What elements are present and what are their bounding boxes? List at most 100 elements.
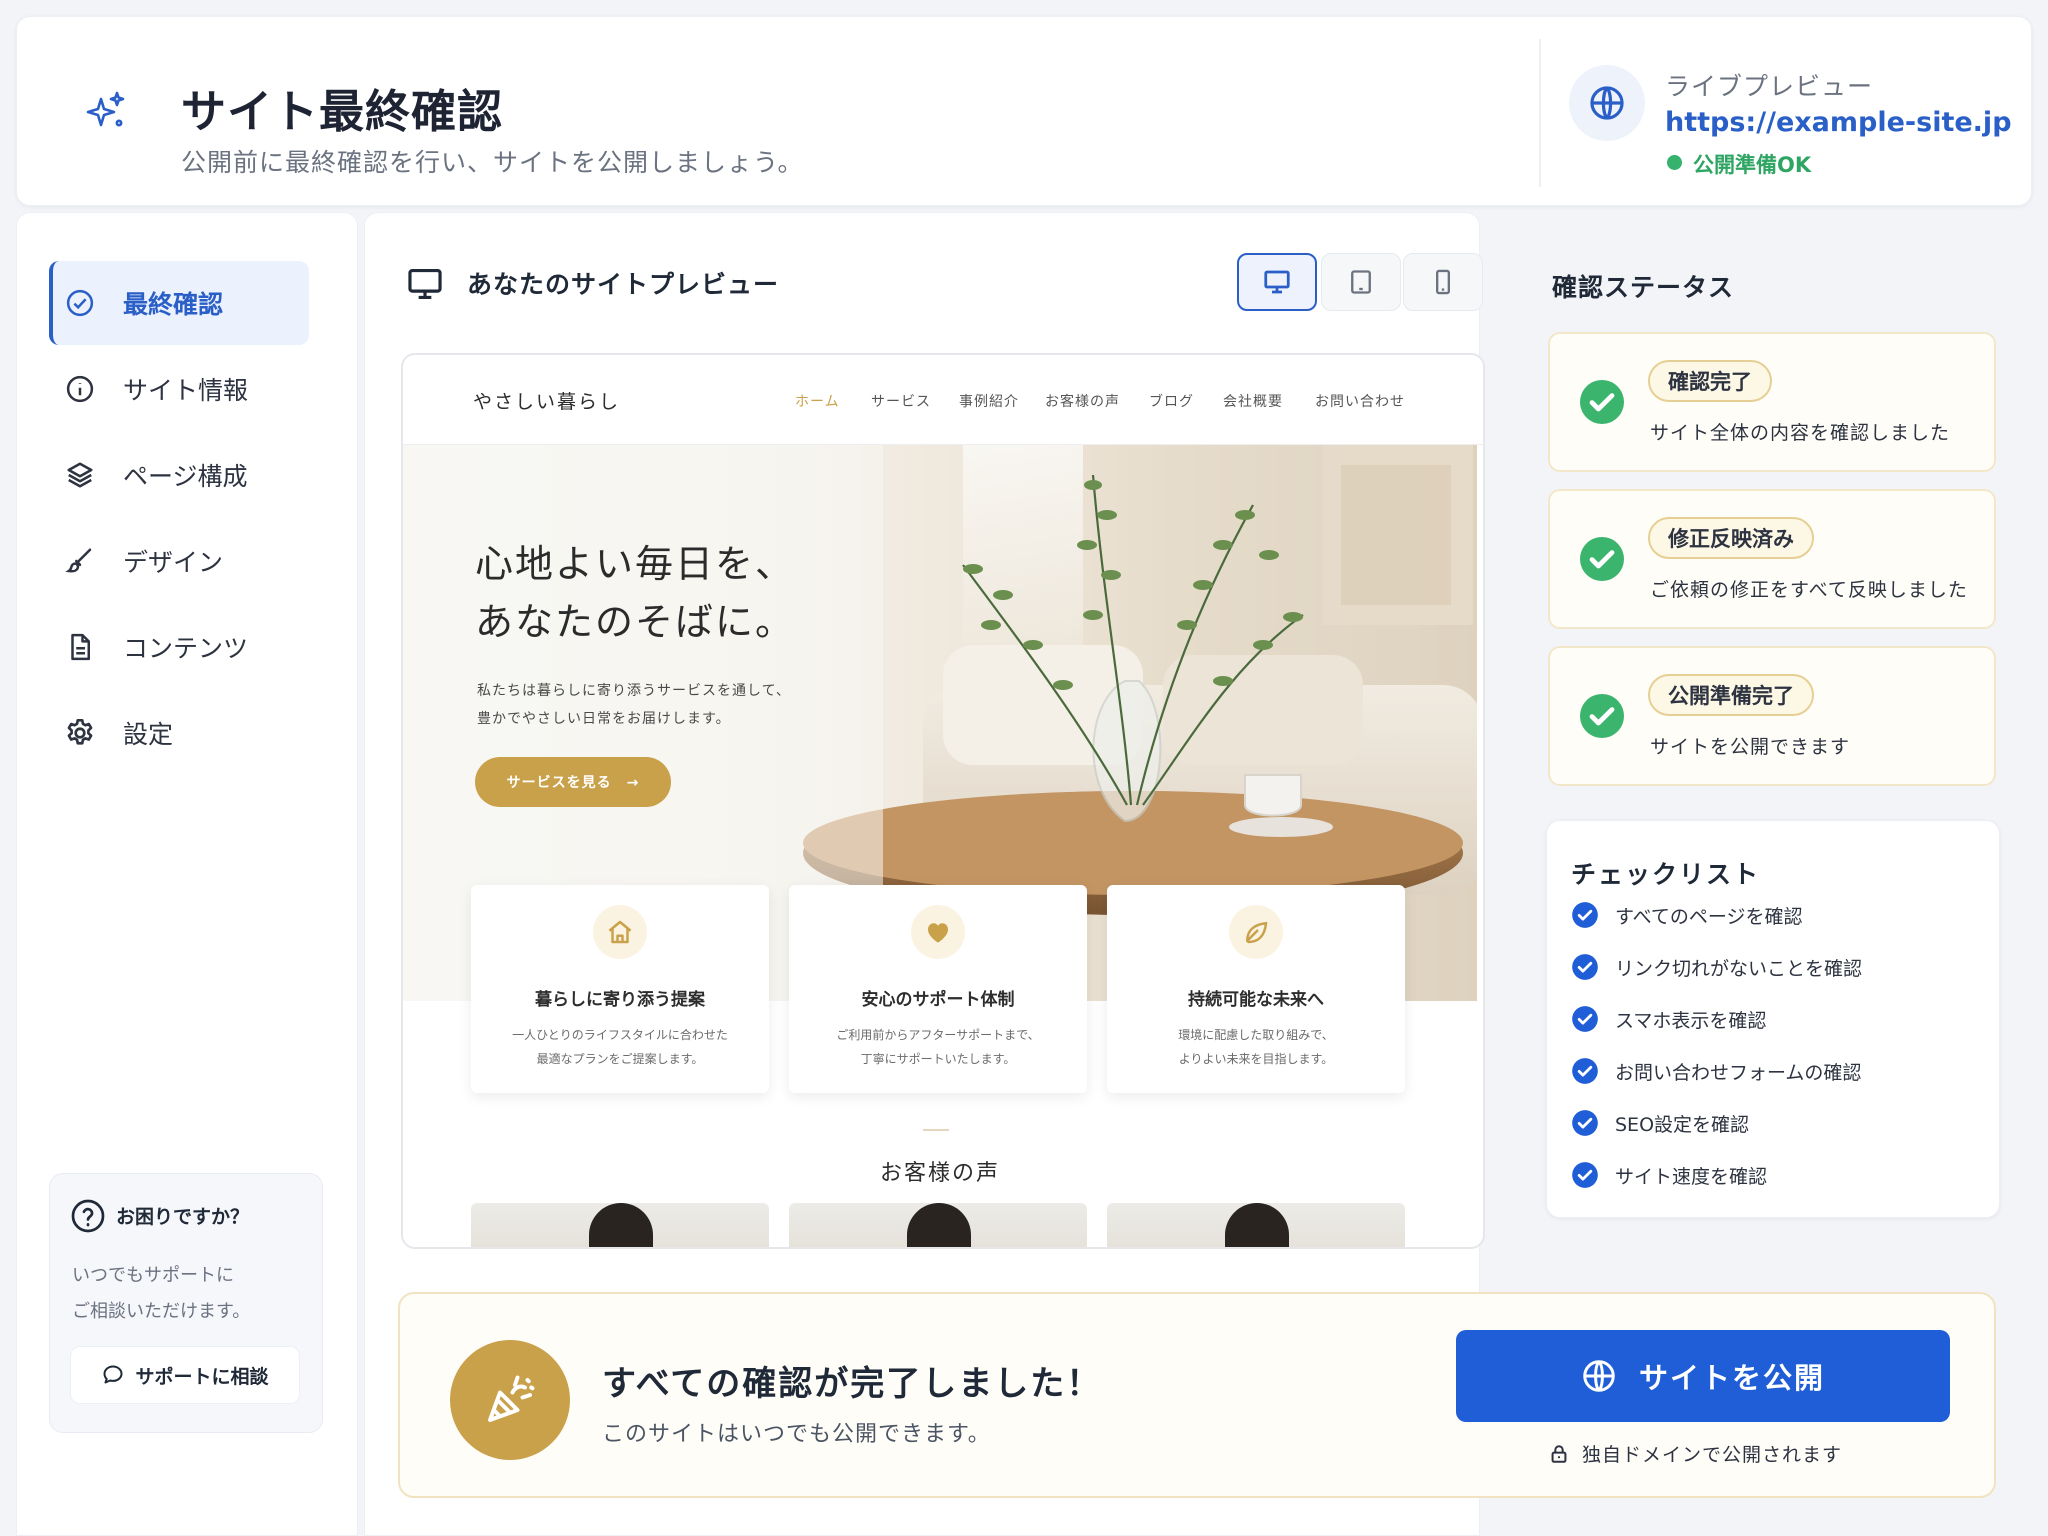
status-card: 修正反映済み ご依頼の修正をすべて反映しました [1548, 489, 1996, 629]
preview-title: あなたのサイトプレビュー [467, 270, 780, 299]
layers-icon [63, 458, 97, 492]
sidebar-item-page-structure[interactable]: ページ構成 [49, 433, 309, 517]
preview-feature-card: 持続可能な未来へ 環境に配慮した取り組みで、 よりよい未来を目指します。 [1107, 885, 1405, 1093]
help-title: お困りですか？ [116, 1206, 250, 1228]
check-circle-icon [1572, 1162, 1598, 1188]
preview-feature-card: 暮らしに寄り添う提案 一人ひとりのライフスタイルに合わせた 最適なプランをご提案… [471, 885, 769, 1093]
sidebar-item-final-check[interactable]: 最終確認 [49, 261, 309, 345]
info-icon [63, 372, 97, 406]
monitor-icon [405, 265, 445, 303]
check-circle-icon [1578, 378, 1626, 426]
preview-nav-blog[interactable]: ブログ [1149, 391, 1194, 411]
document-icon [63, 630, 97, 664]
check-circle-icon [1578, 692, 1626, 740]
sidebar-item-design[interactable]: デザイン [49, 519, 309, 603]
checklist-item[interactable]: リンク切れがないことを確認 [1571, 951, 1862, 983]
status-badge: 公開準備OK [1693, 153, 1812, 177]
check-circle-icon [1572, 1058, 1598, 1084]
preview-nav-company[interactable]: 会社概要 [1223, 391, 1283, 411]
preview-nav-home[interactable]: ホーム [795, 391, 840, 411]
chat-icon [103, 1365, 123, 1384]
status-description: ご依頼の修正をすべて反映しました [1650, 579, 1968, 601]
checklist-item[interactable]: SEO設定を確認 [1571, 1107, 1749, 1139]
header: サイト最終確認 公開前に最終確認を行い、サイトを公開しましょう。 ライブプレビュ… [16, 16, 2032, 206]
preview-nav-voices[interactable]: お客様の声 [1045, 391, 1120, 411]
status-badge: 公開準備完了 [1648, 674, 1814, 716]
preview-logo[interactable]: やさしい暮らし [473, 387, 620, 414]
tablet-view-button[interactable] [1321, 253, 1401, 311]
avatar [589, 1203, 653, 1247]
desktop-icon [1264, 270, 1290, 294]
preview-feature-card: 安心のサポート体制 ご利用前からアフターサポートまで、 丁寧にサポートいたします… [789, 885, 1087, 1093]
status-dot [1667, 155, 1682, 170]
testimonial-card [789, 1203, 1087, 1247]
feature-title: 持続可能な未来へ [1188, 990, 1324, 1010]
party-popper-icon [450, 1340, 570, 1460]
sidebar-item-label: コンテンツ [123, 634, 249, 663]
status-card: 確認完了 サイト全体の内容を確認しました [1548, 332, 1996, 472]
publish-note: 独自ドメインで公開されます [1548, 1440, 1842, 1467]
check-circle-icon [63, 286, 97, 320]
preview-voice-title: お客様の声 [879, 1161, 1000, 1186]
publish-site-button[interactable]: サイトを公開 [1456, 1330, 1950, 1422]
check-circle-icon [1572, 902, 1598, 928]
sidebar-item-label: ページ構成 [123, 462, 248, 491]
sidebar: 最終確認 サイト情報 ページ構成 デザイン コンテンツ 設定 お困りですか？ い… [16, 212, 358, 1536]
site-preview-frame[interactable]: やさしい暮らし ホーム サービス 事例紹介 お客様の声 ブログ 会社概要 お問い… [401, 353, 1485, 1249]
sidebar-item-label: サイト情報 [123, 376, 249, 405]
status-badge: 修正反映済み [1648, 517, 1814, 559]
checklist: チェックリスト すべてのページを確認 リンク切れがないことを確認 スマホ表示を確… [1546, 820, 2000, 1218]
check-circle-icon [1572, 1006, 1598, 1032]
sparkle-icon [83, 89, 127, 133]
feature-description: 環境に配慮した取り組みで、 よりよい未来を目指します。 [1178, 1028, 1334, 1066]
check-circle-icon [1572, 1110, 1598, 1136]
publish-description: このサイトはいつでも公開できます。 [602, 1422, 991, 1447]
page-subtitle: 公開前に最終確認を行い、サイトを公開しましょう。 [181, 148, 804, 177]
live-preview-link[interactable]: https://example-site.jp [1665, 107, 2012, 138]
question-icon [70, 1198, 106, 1234]
status-badge: 確認完了 [1648, 360, 1772, 402]
support-button[interactable]: サポートに相談 [70, 1346, 300, 1404]
globe-icon [1569, 65, 1645, 141]
avatar [907, 1203, 971, 1247]
preview-nav-cases[interactable]: 事例紹介 [959, 391, 1019, 411]
publish-bar: すべての確認が完了しました！ このサイトはいつでも公開できます。 サイトを公開 … [398, 1292, 1996, 1498]
feature-description: ご利用前からアフターサポートまで、 丁寧にサポートいたします。 [836, 1028, 1040, 1066]
checklist-item[interactable]: スマホ表示を確認 [1571, 1003, 1766, 1035]
preview-hero-description: 私たちは暮らしに寄り添うサービスを通して、 豊かでやさしい日常をお届けします。 [477, 683, 791, 727]
sidebar-item-settings[interactable]: 設定 [49, 691, 309, 775]
brush-icon [63, 544, 97, 578]
feature-description: 一人ひとりのライフスタイルに合わせた 最適なプランをご提案します。 [512, 1028, 728, 1066]
status-title: 確認ステータス [1552, 273, 1735, 302]
feature-title: 暮らしに寄り添う提案 [535, 990, 705, 1010]
checklist-item[interactable]: お問い合わせフォームの確認 [1571, 1055, 1861, 1087]
status-description: サイトを公開できます [1650, 736, 1851, 758]
sidebar-item-contents[interactable]: コンテンツ [49, 605, 309, 689]
help-description: いつでもサポートに ご相談いただけます。 [72, 1265, 251, 1322]
preview-nav-contact[interactable]: お問い合わせ [1315, 391, 1405, 411]
mobile-view-button[interactable] [1403, 253, 1483, 311]
leaf-icon [1229, 905, 1283, 959]
sidebar-item-site-info[interactable]: サイト情報 [49, 347, 309, 431]
sidebar-item-label: 設定 [123, 720, 174, 749]
check-circle-icon [1572, 954, 1598, 980]
testimonial-card [471, 1203, 769, 1247]
lock-icon [1551, 1444, 1567, 1463]
preview-services-button[interactable]: サービスを見る → [475, 757, 671, 807]
globe-icon [1583, 1360, 1615, 1392]
preview-hero-heading: 心地よい毎日を、 あなたのそばに。 [475, 542, 796, 644]
checklist-item[interactable]: すべてのページを確認 [1571, 899, 1803, 931]
preview-nav-services[interactable]: サービス [871, 391, 931, 411]
gear-icon [63, 716, 97, 750]
preview-navbar: やさしい暮らし ホーム サービス 事例紹介 お客様の声 ブログ 会社概要 お問い… [403, 355, 1483, 445]
desktop-view-button[interactable] [1237, 253, 1317, 311]
mobile-icon [1436, 269, 1450, 295]
testimonial-card [1107, 1203, 1405, 1247]
section-divider [923, 1129, 949, 1131]
checklist-item[interactable]: サイト速度を確認 [1571, 1159, 1767, 1191]
heart-icon [911, 905, 965, 959]
page-title: サイト最終確認 [181, 85, 504, 138]
sidebar-item-label: デザイン [123, 548, 224, 577]
checklist-title: チェックリスト [1571, 860, 1761, 889]
feature-title: 安心のサポート体制 [861, 990, 1015, 1010]
